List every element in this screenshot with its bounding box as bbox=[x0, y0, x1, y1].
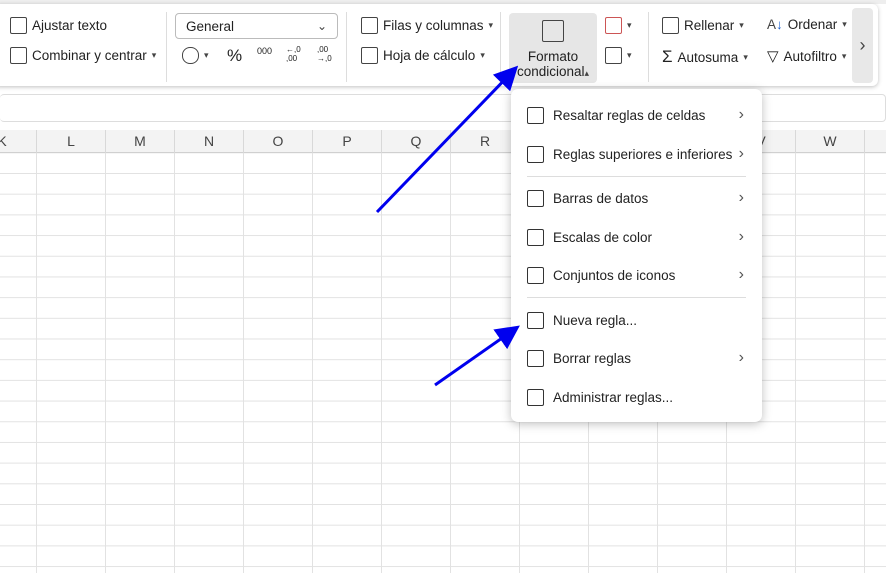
column-header-r[interactable]: R bbox=[451, 130, 520, 153]
rule-icon bbox=[527, 189, 544, 207]
menu-separator bbox=[527, 297, 746, 298]
chevron-down-icon: ▾ bbox=[627, 50, 632, 60]
chevron-down-icon: ▾ bbox=[151, 50, 157, 60]
divider bbox=[648, 12, 649, 82]
chevron-right-icon: › bbox=[738, 106, 744, 123]
menu-item-reglas-superiores-e-inferiores[interactable]: Reglas superiores e inferiores › bbox=[511, 138, 762, 170]
column-header-w[interactable]: W bbox=[796, 130, 865, 153]
thousands-separator-button[interactable]: 000 bbox=[257, 46, 273, 56]
sheet-icon bbox=[361, 47, 378, 64]
rule-icon bbox=[527, 388, 544, 406]
increase-decimal-button[interactable]: ←,0 ,00 bbox=[286, 45, 306, 63]
borders-button[interactable]: ▾ bbox=[605, 47, 632, 64]
column-header-o[interactable]: O bbox=[244, 130, 313, 153]
column-header-k[interactable]: K bbox=[0, 130, 37, 153]
sort-button[interactable]: A↓ Ordenar ▾ bbox=[767, 17, 847, 32]
filter-icon: ▽ bbox=[767, 48, 779, 65]
column-header-q[interactable]: Q bbox=[382, 130, 451, 153]
wrap-text-button[interactable]: Ajustar texto bbox=[10, 17, 107, 34]
autosum-button[interactable]: Σ Autosuma ▾ bbox=[662, 47, 748, 67]
column-header-l[interactable]: L bbox=[37, 130, 106, 153]
chevron-down-icon: ▾ bbox=[480, 50, 485, 60]
percent-button[interactable]: % bbox=[227, 46, 242, 66]
menu-item-barras-de-datos[interactable]: Barras de datos › bbox=[511, 182, 762, 214]
chevron-down-icon: ▾ bbox=[488, 20, 494, 30]
accounting-format-button[interactable]: ▾ bbox=[182, 47, 209, 64]
chevron-down-icon: ▾ bbox=[739, 20, 744, 30]
number-format-select[interactable]: General ⌄ bbox=[175, 13, 338, 39]
chevron-right-icon: › bbox=[859, 35, 866, 55]
fill-button[interactable]: Rellenar ▾ bbox=[662, 17, 744, 34]
merge-icon bbox=[10, 47, 27, 64]
chevron-down-icon: ▾ bbox=[627, 20, 632, 30]
chevron-down-icon: ▾ bbox=[743, 51, 748, 62]
menu-item-nueva-regla[interactable]: Nueva regla... bbox=[511, 304, 762, 336]
menu-item-borrar-reglas[interactable]: Borrar reglas › bbox=[511, 342, 762, 374]
divider bbox=[346, 12, 347, 82]
conditional-format-button[interactable]: Formato condicional▴ bbox=[509, 13, 597, 83]
sort-icon: A↓ bbox=[767, 17, 783, 32]
chevron-down-icon: ⌄ bbox=[316, 19, 327, 33]
sigma-icon: Σ bbox=[662, 47, 673, 66]
chevron-down-icon: ▾ bbox=[842, 19, 847, 29]
border-icon bbox=[605, 47, 622, 64]
menu-item-escalas-de-color[interactable]: Escalas de color › bbox=[511, 221, 762, 253]
wrap-text-icon bbox=[10, 17, 27, 34]
rows-columns-icon bbox=[361, 17, 378, 34]
column-header-m[interactable]: M bbox=[106, 130, 175, 153]
rule-icon bbox=[527, 106, 544, 124]
rule-icon bbox=[527, 349, 544, 367]
menu-item-resaltar-reglas-de-celdas[interactable]: Resaltar reglas de celdas › bbox=[511, 99, 762, 131]
menu-separator bbox=[527, 176, 746, 177]
conditional-format-icon bbox=[542, 20, 564, 42]
menu-item-administrar-reglas[interactable]: Administrar reglas... bbox=[511, 381, 762, 413]
chevron-right-icon: › bbox=[738, 349, 744, 366]
column-header-p[interactable]: P bbox=[313, 130, 382, 153]
decrease-decimal-button[interactable]: ,00 →,0 bbox=[317, 45, 337, 63]
chevron-right-icon: › bbox=[738, 228, 744, 245]
rule-icon bbox=[527, 266, 544, 284]
rule-icon bbox=[527, 145, 544, 163]
sheet-button[interactable]: Hoja de cálculo ▾ bbox=[361, 47, 485, 64]
autofilter-button[interactable]: ▽ Autofiltro ▾ bbox=[767, 47, 846, 65]
chevron-down-icon: ▾ bbox=[841, 50, 847, 61]
rows-columns-button[interactable]: Filas y columnas ▾ bbox=[361, 17, 493, 34]
cell-styles-button[interactable]: ▾ bbox=[605, 17, 632, 34]
paint-brush-icon bbox=[605, 17, 622, 34]
chevron-right-icon: › bbox=[738, 189, 744, 206]
rule-icon bbox=[527, 228, 544, 246]
coins-icon bbox=[182, 47, 199, 64]
conditional-format-menu: Resaltar reglas de celdas › Reglas superio… bbox=[511, 89, 762, 422]
divider bbox=[500, 12, 501, 82]
rule-icon bbox=[527, 311, 544, 329]
merge-center-button[interactable]: Combinar y centrar ▾ bbox=[10, 47, 156, 64]
ribbon-scroll-right-button[interactable]: › bbox=[852, 8, 873, 83]
chevron-down-icon: ▾ bbox=[204, 50, 209, 60]
chevron-right-icon: › bbox=[738, 145, 744, 162]
menu-item-conjuntos-de-iconos[interactable]: Conjuntos de iconos › bbox=[511, 259, 762, 291]
column-header-n[interactable]: N bbox=[175, 130, 244, 153]
divider bbox=[166, 12, 167, 82]
chevron-right-icon: › bbox=[738, 266, 744, 283]
fill-down-icon bbox=[662, 17, 679, 34]
chevron-up-icon: ▴ bbox=[584, 68, 590, 78]
